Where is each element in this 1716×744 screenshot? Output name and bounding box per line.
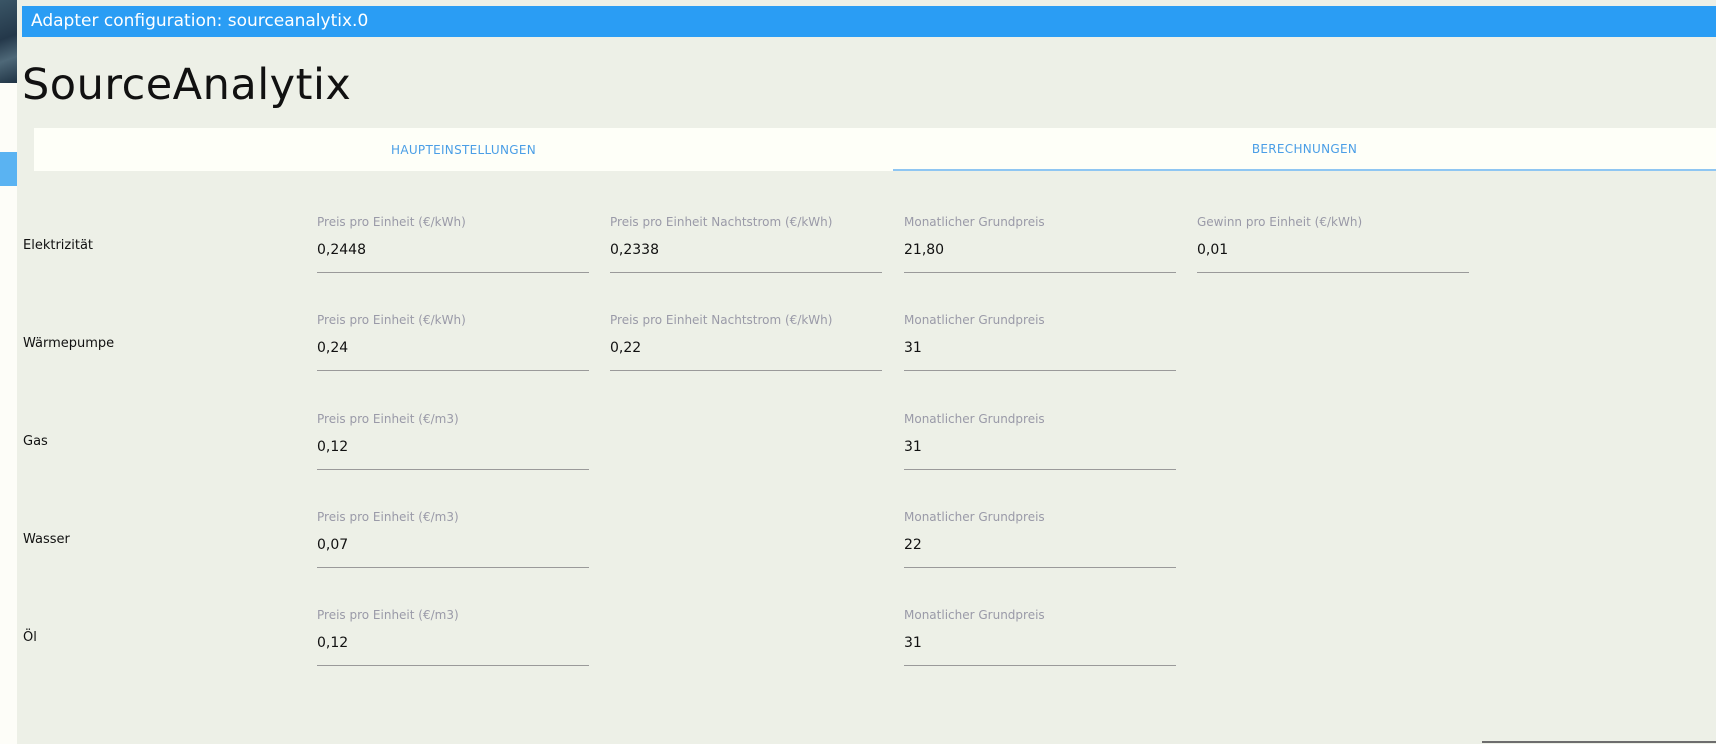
tab-berechnungen[interactable]: BERECHNUNGEN (893, 128, 1716, 171)
price-per-unit-field[interactable]: Preis pro Einheit (€/m3) 0,07 (317, 510, 589, 568)
field-underline (610, 272, 882, 273)
field-underline (904, 469, 1176, 470)
field-value[interactable]: 0,07 (317, 537, 348, 553)
field-value[interactable]: 0,01 (1197, 242, 1228, 258)
monthly-base-price-field[interactable]: Monatlicher Grundpreis 31 (904, 313, 1176, 371)
field-value[interactable]: 0,12 (317, 439, 348, 455)
left-sidebar-strip (0, 0, 17, 744)
night-price-per-unit-field[interactable]: Preis pro Einheit Nachtstrom (€/kWh) 0,2… (610, 313, 882, 371)
field-underline (904, 567, 1176, 568)
sidebar-active-indicator (0, 152, 17, 186)
field-underline (317, 272, 589, 273)
field-label: Monatlicher Grundpreis (904, 608, 1045, 622)
field-value[interactable]: 0,2448 (317, 242, 366, 258)
settings-row-oel: Öl Preis pro Einheit (€/m3) 0,12 Monatli… (17, 608, 1716, 706)
field-underline (317, 469, 589, 470)
field-label: Monatlicher Grundpreis (904, 412, 1045, 426)
field-label: Preis pro Einheit (€/m3) (317, 510, 459, 524)
main-panel: Adapter configuration: sourceanalytix.0 … (17, 0, 1716, 744)
footer-divider (1482, 741, 1716, 743)
field-label: Preis pro Einheit (€/m3) (317, 412, 459, 426)
row-label: Wärmepumpe (23, 336, 115, 351)
monthly-base-price-field[interactable]: Monatlicher Grundpreis 21,80 (904, 215, 1176, 273)
sidebar-logo-image (0, 0, 17, 83)
monthly-base-price-field[interactable]: Monatlicher Grundpreis 31 (904, 412, 1176, 470)
field-value[interactable]: 0,2338 (610, 242, 659, 258)
profit-per-unit-field[interactable]: Gewinn pro Einheit (€/kWh) 0,01 (1197, 215, 1469, 273)
field-value[interactable]: 21,80 (904, 242, 944, 258)
field-value[interactable]: 22 (904, 537, 922, 553)
page-title: SourceAnalytix (22, 60, 352, 110)
field-label: Preis pro Einheit Nachtstrom (€/kWh) (610, 215, 833, 229)
settings-row-wasser: Wasser Preis pro Einheit (€/m3) 0,07 Mon… (17, 510, 1716, 608)
tab-haupteinstellungen[interactable]: HAUPTEINSTELLUNGEN (34, 128, 893, 171)
price-per-unit-field[interactable]: Preis pro Einheit (€/kWh) 0,2448 (317, 215, 589, 273)
field-label: Preis pro Einheit (€/kWh) (317, 313, 466, 327)
field-underline (317, 370, 589, 371)
monthly-base-price-field[interactable]: Monatlicher Grundpreis 22 (904, 510, 1176, 568)
tab-bar: HAUPTEINSTELLUNGEN BERECHNUNGEN (34, 128, 1716, 171)
field-underline (1197, 272, 1469, 273)
field-value[interactable]: 0,24 (317, 340, 348, 356)
price-per-unit-field[interactable]: Preis pro Einheit (€/kWh) 0,24 (317, 313, 589, 371)
dialog-title: Adapter configuration: sourceanalytix.0 (22, 6, 1716, 37)
field-label: Preis pro Einheit (€/kWh) (317, 215, 466, 229)
field-underline (904, 272, 1176, 273)
field-underline (610, 370, 882, 371)
field-label: Monatlicher Grundpreis (904, 215, 1045, 229)
price-per-unit-field[interactable]: Preis pro Einheit (€/m3) 0,12 (317, 608, 589, 666)
row-label: Elektrizität (23, 238, 94, 253)
field-underline (904, 665, 1176, 666)
monthly-base-price-field[interactable]: Monatlicher Grundpreis 31 (904, 608, 1176, 666)
night-price-per-unit-field[interactable]: Preis pro Einheit Nachtstrom (€/kWh) 0,2… (610, 215, 882, 273)
field-label: Gewinn pro Einheit (€/kWh) (1197, 215, 1363, 229)
field-value[interactable]: 31 (904, 340, 922, 356)
field-underline (317, 567, 589, 568)
settings-row-elektrizitaet: Elektrizität Preis pro Einheit (€/kWh) 0… (17, 215, 1716, 313)
price-per-unit-field[interactable]: Preis pro Einheit (€/m3) 0,12 (317, 412, 589, 470)
row-label: Wasser (23, 532, 70, 547)
field-underline (317, 665, 589, 666)
row-label: Öl (23, 630, 37, 645)
settings-row-waermepumpe: Wärmepumpe Preis pro Einheit (€/kWh) 0,2… (17, 313, 1716, 411)
settings-row-gas: Gas Preis pro Einheit (€/m3) 0,12 Monatl… (17, 412, 1716, 510)
field-value[interactable]: 31 (904, 439, 922, 455)
row-label: Gas (23, 434, 48, 449)
field-label: Preis pro Einheit (€/m3) (317, 608, 459, 622)
field-value[interactable]: 0,22 (610, 340, 641, 356)
field-value[interactable]: 0,12 (317, 635, 348, 651)
field-label: Monatlicher Grundpreis (904, 510, 1045, 524)
field-label: Monatlicher Grundpreis (904, 313, 1045, 327)
field-label: Preis pro Einheit Nachtstrom (€/kWh) (610, 313, 833, 327)
field-underline (904, 370, 1176, 371)
field-value[interactable]: 31 (904, 635, 922, 651)
